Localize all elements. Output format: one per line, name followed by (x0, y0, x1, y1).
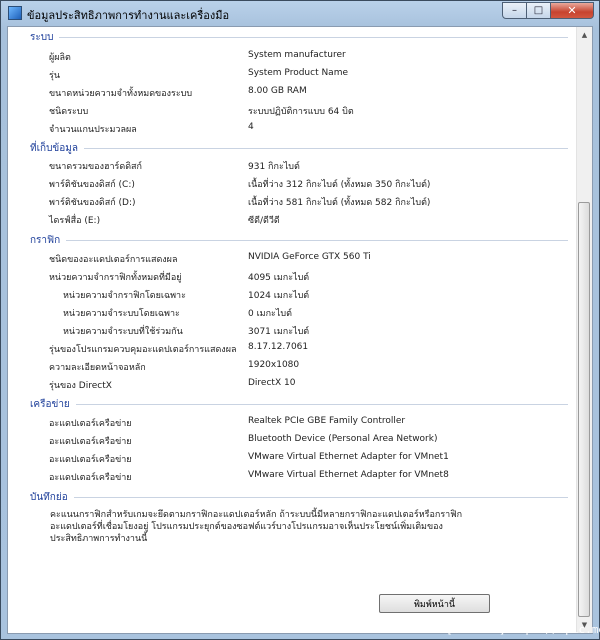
detail-label: ไดรฟ์สื่อ (E:) (49, 216, 101, 226)
section-header-system: ระบบ (30, 30, 568, 45)
detail-value: DirectX 10 (248, 378, 296, 388)
detail-row-media-drive: ไดรฟ์สื่อ (E:) ซีดี/ดีวีดี (8, 213, 568, 231)
detail-row-ram: ขนาดหน่วยความจำทั้งหมดของระบบ 8.00 GB RAM (8, 86, 568, 104)
minimize-icon: – (512, 4, 517, 16)
details-panel: ระบบ ผู้ผลิต System manufacturer รุ่น Syst… (7, 26, 593, 634)
detail-row-driver-version: รุ่นของโปรแกรมควบคุมอะแดปเตอร์การแสดงผล 8… (8, 342, 568, 360)
scroll-thumb[interactable] (578, 202, 590, 617)
detail-row-shared-system-memory: หน่วยความจำระบบที่ใช้ร่วมกัน 3071 เมกะไบต… (8, 324, 568, 342)
detail-value: 8.00 GB RAM (248, 86, 307, 96)
detail-row-display-adapter: ชนิดของอะแดปเตอร์การแสดงผล NVIDIA GeForce… (8, 252, 568, 270)
detail-value: ระบบปฏิบัติการแบบ 64 บิต (248, 107, 354, 117)
section-title: กราฟิก (30, 235, 61, 246)
detail-value: Realtek PCIe GBE Family Controller (248, 416, 406, 426)
detail-value: NVIDIA GeForce GTX 560 Ti (248, 252, 371, 262)
detail-label: จำนวนแกนประมวลผล (49, 125, 137, 135)
detail-value: 4095 เมกะไบต์ (248, 273, 310, 283)
detail-label: หน่วยความจำกราฟิกโดยเฉพาะ (63, 291, 186, 301)
title-bar[interactable]: ข้อมูลประสิทธิภาพการทำงานและเครื่องมือ –… (1, 1, 599, 25)
detail-value: 4 (248, 122, 254, 132)
detail-row-system-type: ชนิดระบบ ระบบปฏิบัติการแบบ 64 บิต (8, 104, 568, 122)
notes-text: คะแนนกราฟิกสำหรับเกมจะยึดตามกราฟิกอะแดปเ… (50, 510, 463, 544)
close-icon: ✕ (567, 4, 577, 17)
scroll-up-icon[interactable]: ▲ (577, 27, 592, 43)
detail-label: พาร์ติชันของดิสก์ (C:) (49, 180, 135, 190)
close-button[interactable]: ✕ (551, 2, 594, 19)
detail-label: หน่วยความจำระบบที่ใช้ร่วมกัน (63, 327, 183, 337)
detail-value: VMware Virtual Ethernet Adapter for VMne… (248, 452, 449, 462)
detail-row-cores: จำนวนแกนประมวลผล 4 (8, 122, 568, 140)
detail-label: หน่วยความจำกราฟิกทั้งหมดที่มีอยู่ (49, 273, 182, 283)
detail-label: รุ่นของ DirectX (49, 381, 112, 391)
section-divider (59, 37, 568, 38)
section-divider (66, 240, 568, 241)
detail-row-total-graphics-memory: หน่วยความจำกราฟิกทั้งหมดที่มีอยู่ 4095 เม… (8, 270, 568, 288)
section-title: ที่เก็บข้อมูล (30, 143, 78, 154)
detail-value: เนื้อที่ว่าง 312 กิกะไบต์ (ทั้งหมด 350 ก… (248, 180, 431, 190)
detail-label: ชนิดระบบ (49, 107, 89, 117)
system-info-window: ข้อมูลประสิทธิภาพการทำงานและเครื่องมือ –… (0, 0, 600, 640)
maximize-icon: □ (533, 4, 544, 16)
section-header-network: เครือข่าย (30, 397, 568, 412)
detail-value: 3071 เมกะไบต์ (248, 327, 310, 337)
section-header-notes: บันทึกย่อ (30, 490, 568, 505)
section-title: เครือข่าย (30, 399, 70, 410)
detail-value: 931 กิกะไบต์ (248, 162, 300, 172)
detail-label: อะแดปเตอร์เครือข่าย (49, 437, 132, 447)
section-header-graphics: กราฟิก (30, 233, 568, 248)
detail-label: ผู้ผลิต (49, 53, 71, 63)
section-header-storage: ที่เก็บข้อมูล (30, 141, 568, 156)
detail-row-network-adapter: อะแดปเตอร์เครือข่าย Bluetooth Device (Per… (8, 434, 568, 452)
vertical-scrollbar[interactable]: ▲ ▼ (576, 27, 592, 633)
detail-row-network-adapter: อะแดปเตอร์เครือข่าย VMware Virtual Ethern… (8, 452, 568, 470)
detail-row-partition-c: พาร์ติชันของดิสก์ (C:) เนื้อที่ว่าง 312 ก… (8, 177, 568, 195)
minimize-button[interactable]: – (502, 2, 527, 19)
section-title: บันทึกย่อ (30, 492, 68, 503)
section-divider (83, 148, 568, 149)
detail-value: เนื้อที่ว่าง 581 กิกะไบต์ (ทั้งหมด 582 ก… (248, 198, 431, 208)
detail-row-partition-d: พาร์ติชันของดิสก์ (D:) เนื้อที่ว่าง 581 ก… (8, 195, 568, 213)
section-divider (73, 497, 568, 498)
detail-row-network-adapter: อะแดปเตอร์เครือข่าย VMware Virtual Ethern… (8, 470, 568, 488)
detail-value: 1024 เมกะไบต์ (248, 291, 310, 301)
detail-value: VMware Virtual Ethernet Adapter for VMne… (248, 470, 449, 480)
detail-label: พาร์ติชันของดิสก์ (D:) (49, 198, 136, 208)
detail-row-model: รุ่น System Product Name (8, 68, 568, 86)
detail-value: 0 เมกะไบต์ (248, 309, 292, 319)
detail-row-dedicated-system-memory: หน่วยความจำระบบโดยเฉพาะ 0 เมกะไบต์ (8, 306, 568, 324)
detail-row-network-adapter: อะแดปเตอร์เครือข่าย Realtek PCIe GBE Fami… (8, 416, 568, 434)
detail-label: รุ่น (49, 71, 60, 81)
detail-label: หน่วยความจำระบบโดยเฉพาะ (63, 309, 180, 319)
detail-value: 1920x1080 (248, 360, 300, 370)
details-content: ระบบ ผู้ผลิต System manufacturer รุ่น Syst… (8, 27, 578, 633)
section-title: ระบบ (30, 32, 54, 43)
detail-value: System Product Name (248, 68, 349, 78)
maximize-button[interactable]: □ (527, 2, 551, 19)
detail-label: ชนิดของอะแดปเตอร์การแสดงผล (49, 255, 178, 265)
window-title: ข้อมูลประสิทธิภาพการทำงานและเครื่องมือ (27, 9, 230, 22)
detail-label: อะแดปเตอร์เครือข่าย (49, 419, 132, 429)
detail-label: ขนาดรวมของฮาร์ดดิสก์ (49, 162, 142, 172)
print-page-button[interactable]: พิมพ์หน้านี้ (379, 594, 490, 613)
detail-label: ขนาดหน่วยความจำทั้งหมดของระบบ (49, 89, 193, 99)
detail-label: ความละเอียดหน้าจอหลัก (49, 363, 146, 373)
detail-row-disk-total: ขนาดรวมของฮาร์ดดิสก์ 931 กิกะไบต์ (8, 159, 568, 177)
detail-value: ซีดี/ดีวีดี (248, 216, 280, 226)
detail-value: Bluetooth Device (Personal Area Network) (248, 434, 438, 444)
detail-label: อะแดปเตอร์เครือข่าย (49, 455, 132, 465)
detail-value: 8.17.12.7061 (248, 342, 309, 352)
detail-label: อะแดปเตอร์เครือข่าย (49, 473, 132, 483)
detail-label: รุ่นของโปรแกรมควบคุมอะแดปเตอร์การแสดงผล (49, 345, 237, 355)
detail-row-directx: รุ่นของ DirectX DirectX 10 (8, 378, 568, 396)
detail-value: System manufacturer (248, 50, 346, 60)
detail-row-manufacturer: ผู้ผลิต System manufacturer (8, 50, 568, 68)
upload-watermark: [801x831]https://upic.me/ (446, 623, 600, 636)
detail-row-resolution: ความละเอียดหน้าจอหลัก 1920x1080 (8, 360, 568, 378)
app-icon (8, 6, 22, 20)
section-divider (75, 404, 568, 405)
detail-row-dedicated-graphics-memory: หน่วยความจำกราฟิกโดยเฉพาะ 1024 เมกะไบต์ (8, 288, 568, 306)
